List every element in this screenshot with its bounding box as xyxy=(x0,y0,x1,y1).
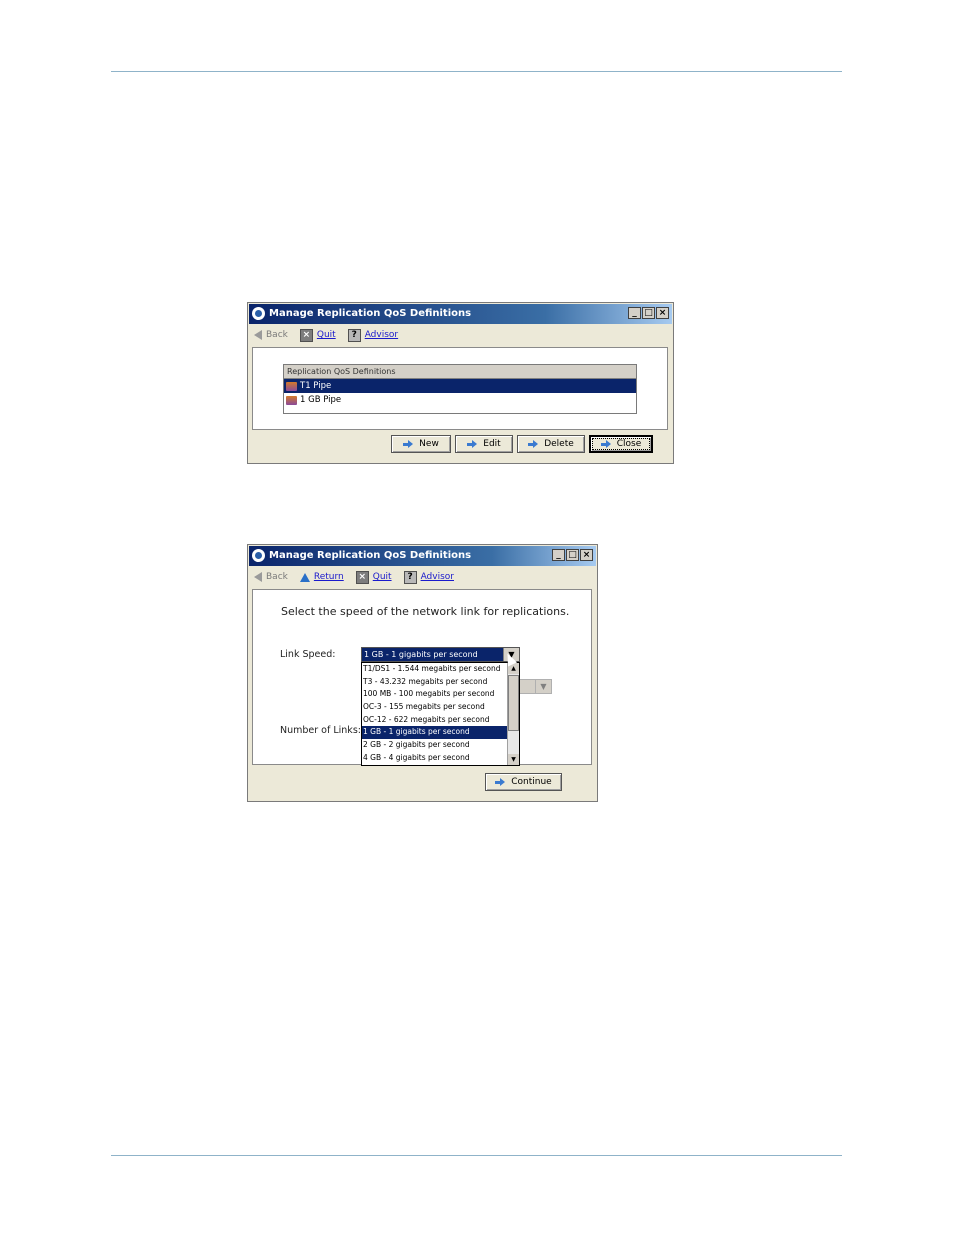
app-icon xyxy=(252,307,265,320)
continue-button[interactable]: Continue xyxy=(485,773,562,791)
qos-definitions-table: Replication QoS Definitions T1 Pipe 1 GB… xyxy=(283,364,637,414)
maximize-button[interactable]: □ xyxy=(566,549,579,561)
row-label: 1 GB Pipe xyxy=(300,395,342,405)
quit-icon: × xyxy=(299,328,313,342)
table-row[interactable]: T1 Pipe xyxy=(284,379,636,393)
instruction-text: Select the speed of the network link for… xyxy=(281,605,570,618)
table-row[interactable]: 1 GB Pipe xyxy=(284,393,636,407)
quit-icon: × xyxy=(355,570,369,584)
edit-button[interactable]: Edit xyxy=(455,435,513,453)
advisor-link[interactable]: Advisor xyxy=(365,330,398,340)
minimize-button[interactable]: _ xyxy=(552,549,565,561)
quit-link[interactable]: Quit xyxy=(373,572,392,582)
table-header: Replication QoS Definitions xyxy=(284,365,636,379)
number-of-links-label: Number of Links: xyxy=(280,725,361,736)
link-speed-dropdown-list: T1/DS1 - 1.544 megabits per second T3 - … xyxy=(361,662,520,766)
close-window-button[interactable]: × xyxy=(656,307,669,319)
help-icon: ? xyxy=(347,328,361,342)
quit-button[interactable]: × Quit xyxy=(355,570,392,584)
link-speed-window: Manage Replication QoS Definitions _ □ ×… xyxy=(247,544,598,802)
content-panel: Replication QoS Definitions T1 Pipe 1 GB… xyxy=(252,347,668,430)
link-speed-label: Link Speed: xyxy=(280,649,336,660)
scroll-down-icon[interactable]: ▼ xyxy=(508,754,519,765)
quit-button[interactable]: × Quit xyxy=(299,328,336,342)
link-speed-option[interactable]: T1/DS1 - 1.544 megabits per second xyxy=(362,663,509,676)
delete-button-label: Delete xyxy=(544,439,574,449)
app-icon xyxy=(252,549,265,562)
back-arrow-icon xyxy=(254,572,262,582)
back-label: Back xyxy=(266,330,288,340)
back-label: Back xyxy=(266,572,288,582)
back-button[interactable]: Back xyxy=(254,572,288,582)
arrow-right-icon xyxy=(600,440,611,448)
back-arrow-icon xyxy=(254,330,262,340)
new-button-label: New xyxy=(419,439,439,449)
new-button[interactable]: New xyxy=(391,435,451,453)
chevron-down-icon: ▼ xyxy=(535,680,551,693)
arrow-right-icon xyxy=(467,440,478,448)
return-link[interactable]: Return xyxy=(314,572,344,582)
quit-link[interactable]: Quit xyxy=(317,330,336,340)
toolbar: Back × Quit ? Advisor xyxy=(254,327,398,343)
dropdown-scrollbar[interactable]: ▲ ▼ xyxy=(507,663,519,765)
link-speed-option[interactable]: T3 - 43.232 megabits per second xyxy=(362,676,509,689)
arrow-right-icon xyxy=(403,440,414,448)
link-speed-option-selected[interactable]: 1 GB - 1 gigabits per second xyxy=(362,726,509,740)
arrow-right-icon xyxy=(528,440,539,448)
manage-qos-window: Manage Replication QoS Definitions _ □ ×… xyxy=(247,302,674,464)
footer-rule xyxy=(111,1155,842,1156)
back-button[interactable]: Back xyxy=(254,330,288,340)
link-speed-select[interactable]: 1 GB - 1 gigabits per second ▼ xyxy=(361,647,520,662)
row-label: T1 Pipe xyxy=(300,381,332,391)
link-speed-option[interactable]: 100 MB - 100 megabits per second xyxy=(362,688,509,701)
arrow-right-icon xyxy=(495,778,506,786)
link-speed-option[interactable]: 4 GB - 4 gigabits per second xyxy=(362,752,509,765)
continue-button-label: Continue xyxy=(511,777,552,787)
toolbar: Back Return × Quit ? Advisor xyxy=(254,569,454,585)
title-bar[interactable]: Manage Replication QoS Definitions _ □ × xyxy=(249,546,596,566)
advisor-link[interactable]: Advisor xyxy=(421,572,454,582)
advisor-button[interactable]: ? Advisor xyxy=(347,328,398,342)
link-speed-option[interactable]: 2 GB - 2 gigabits per second xyxy=(362,739,509,752)
return-button[interactable]: Return xyxy=(299,572,344,582)
close-button-label: Close xyxy=(616,439,642,449)
delete-button[interactable]: Delete xyxy=(517,435,585,453)
title-bar[interactable]: Manage Replication QoS Definitions _ □ × xyxy=(249,304,672,324)
help-icon: ? xyxy=(403,570,417,584)
advisor-button[interactable]: ? Advisor xyxy=(403,570,454,584)
pipe-icon xyxy=(286,395,297,405)
window-title: Manage Replication QoS Definitions xyxy=(269,550,472,561)
pipe-icon xyxy=(286,381,297,391)
content-panel: Select the speed of the network link for… xyxy=(252,589,592,766)
link-speed-option[interactable]: OC-3 - 155 megabits per second xyxy=(362,701,509,714)
minimize-button[interactable]: _ xyxy=(628,307,641,319)
edit-button-label: Edit xyxy=(483,439,501,449)
header-rule xyxy=(111,71,842,72)
close-window-button[interactable]: × xyxy=(580,549,593,561)
window-title: Manage Replication QoS Definitions xyxy=(269,308,472,319)
scroll-thumb[interactable] xyxy=(508,675,519,731)
maximize-button[interactable]: □ xyxy=(642,307,655,319)
return-arrow-icon xyxy=(299,572,310,582)
link-speed-option[interactable]: OC-12 - 622 megabits per second xyxy=(362,714,509,727)
close-button[interactable]: Close xyxy=(589,435,653,453)
link-speed-value: 1 GB - 1 gigabits per second xyxy=(364,650,478,659)
